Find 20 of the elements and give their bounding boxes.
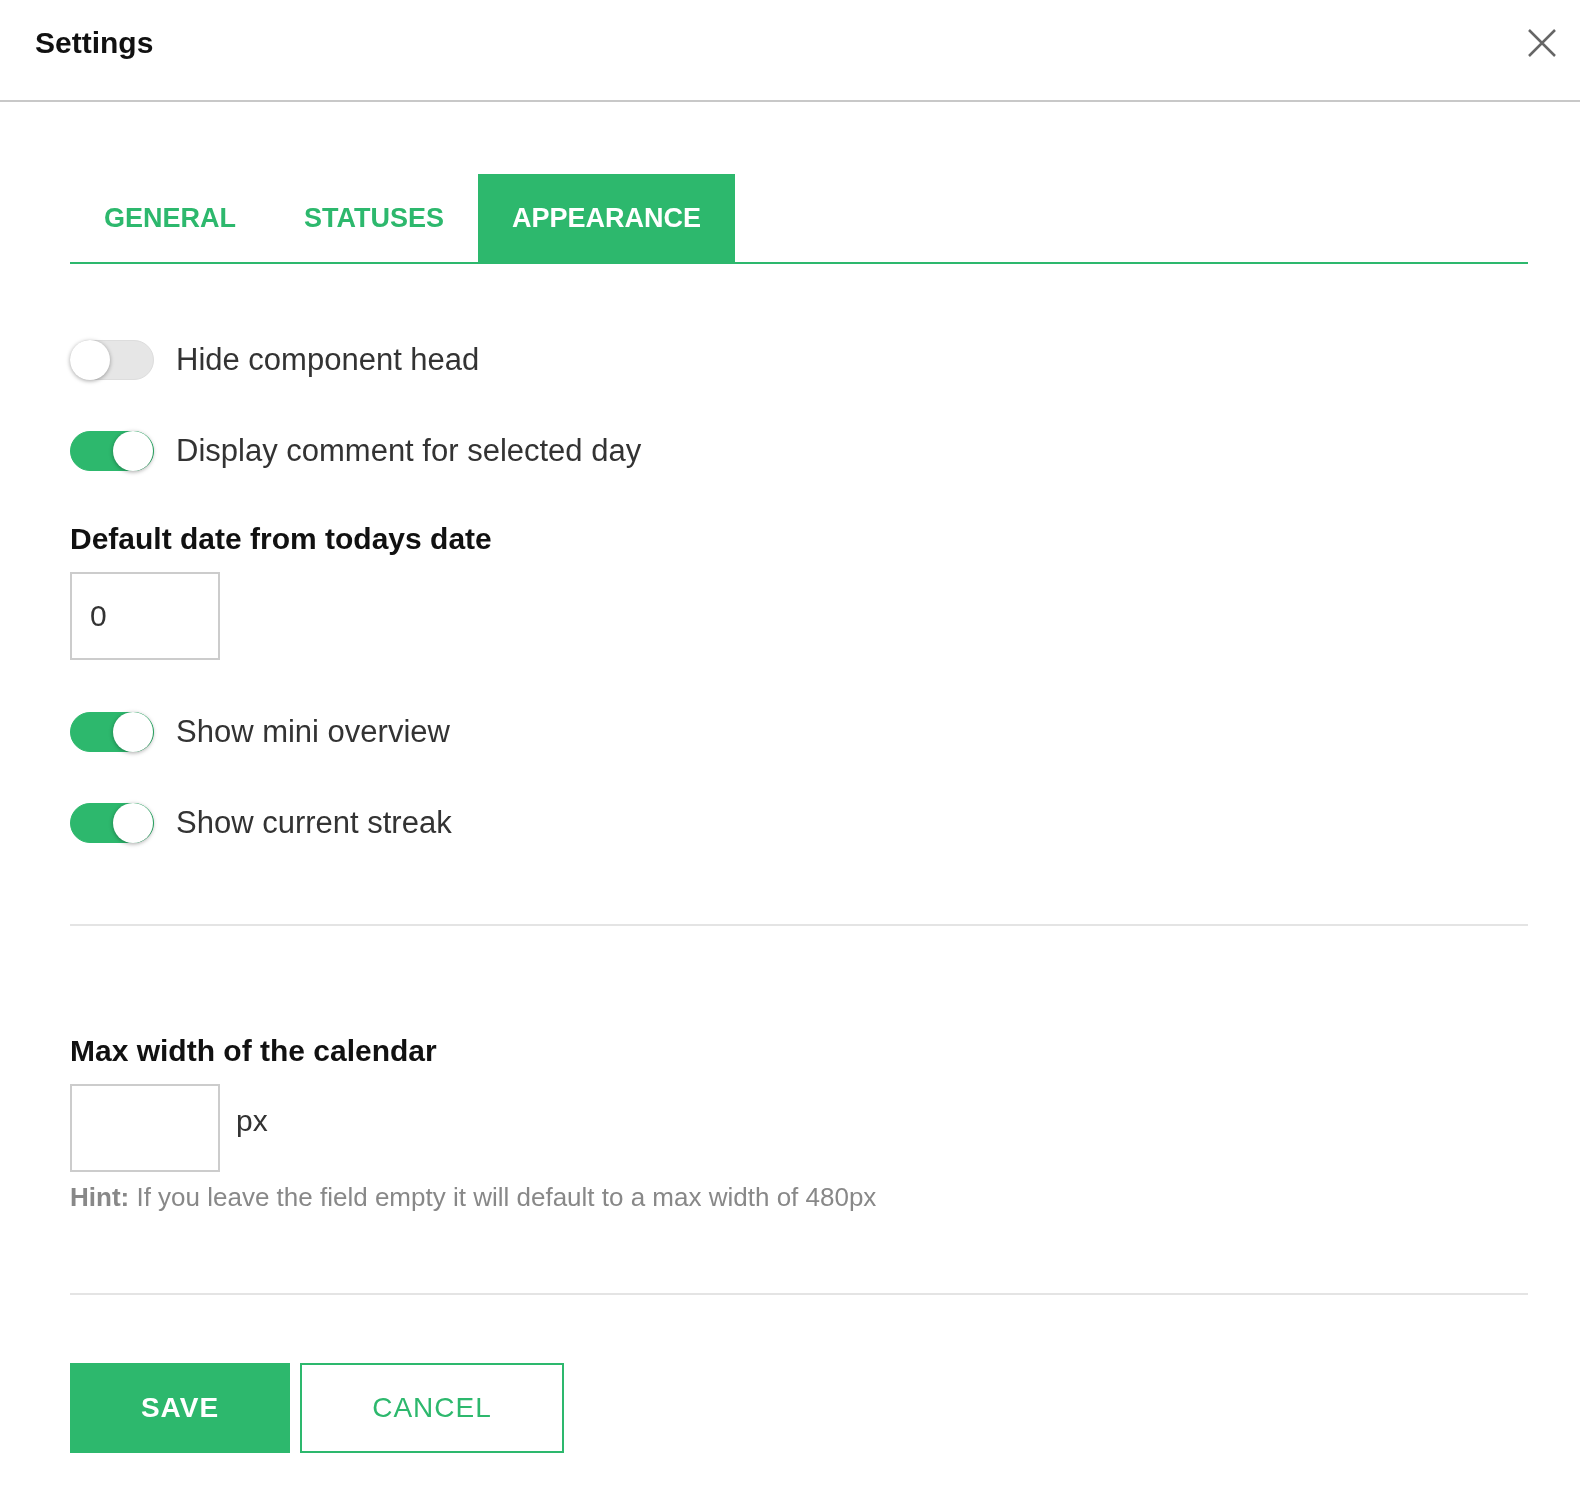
- toggle-switch[interactable]: [70, 711, 154, 752]
- toggle-label: Display comment for selected day: [176, 432, 642, 469]
- tab[interactable]: STATUSES: [270, 174, 479, 262]
- toggle-switch[interactable]: [70, 430, 154, 471]
- input-field[interactable]: 0: [70, 572, 220, 660]
- input-field[interactable]: [70, 1084, 220, 1172]
- window-title: Settings: [35, 26, 154, 60]
- tab[interactable]: APPEARANCE: [478, 174, 736, 262]
- toggle-label: Show mini overview: [176, 713, 450, 750]
- toggle-switch[interactable]: [70, 802, 154, 843]
- toggle-label: Hide component head: [176, 341, 480, 378]
- field-label: Default date from todays date: [70, 522, 493, 556]
- cancel-button[interactable]: CANCEL: [300, 1363, 564, 1453]
- field-label: Max width of the calendar: [70, 1034, 438, 1068]
- save-button[interactable]: SAVE: [70, 1363, 290, 1453]
- close-icon[interactable]: [1526, 27, 1558, 59]
- unit-label: px: [236, 1103, 268, 1138]
- hint-text: Hint: If you leave the field empty it will default to a max width of 480px: [70, 1182, 878, 1213]
- tab[interactable]: GENERAL: [70, 174, 270, 262]
- toggle-label: Show current streak: [176, 804, 452, 841]
